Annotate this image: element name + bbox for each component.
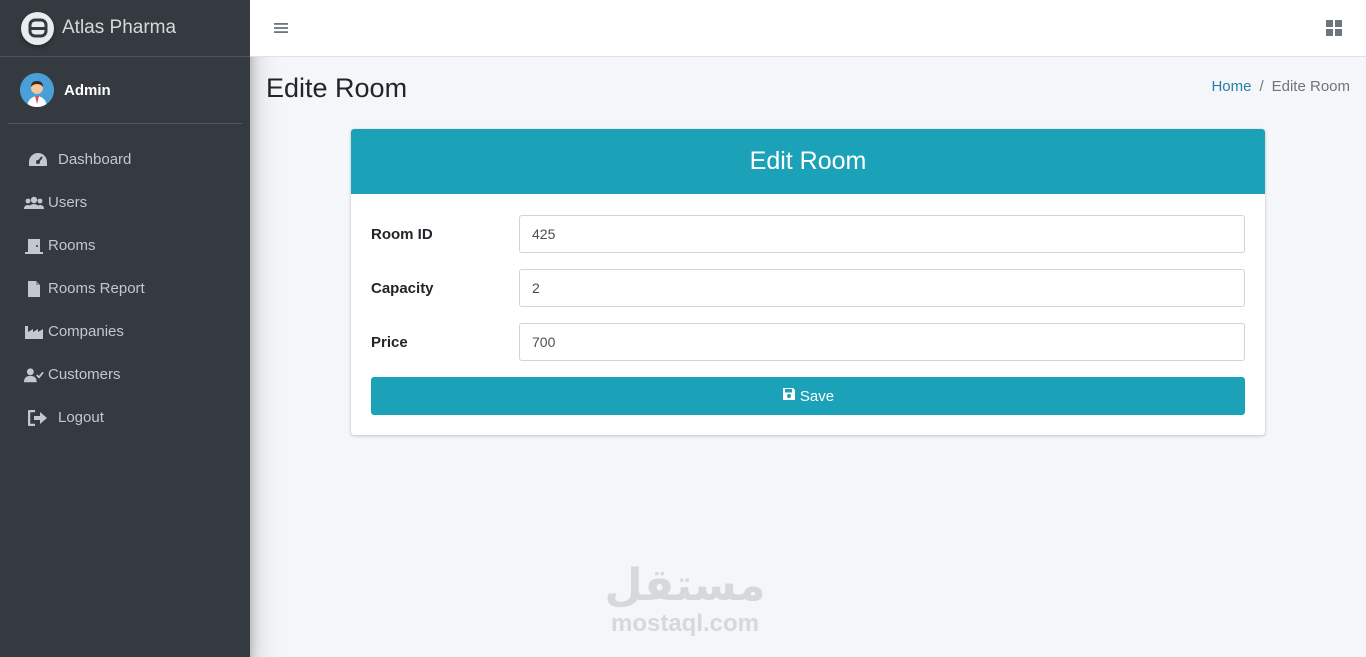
card-title: Edit Room <box>351 129 1265 194</box>
sidebar: Atlas Pharma Admin Dashboard Users Rooms… <box>0 0 250 657</box>
capacity-row: Capacity <box>371 269 1245 307</box>
sidebar-item-label: Logout <box>58 409 104 426</box>
sidebar-item-label: Users <box>48 194 88 211</box>
sidebar-item-logout[interactable]: Logout <box>0 396 250 439</box>
capacity-label: Capacity <box>371 279 434 297</box>
sign-out-icon <box>28 409 48 427</box>
bars-icon[interactable] <box>273 20 289 36</box>
sidebar-item-label: Companies <box>48 323 124 340</box>
user-check-icon <box>24 366 44 384</box>
save-button-label: Save <box>799 387 835 405</box>
floppy-disk-icon <box>782 387 796 405</box>
watermark-latin: mostaql.com <box>610 610 760 637</box>
breadcrumb-separator: / <box>1259 78 1264 95</box>
users-icon <box>24 194 44 212</box>
sidebar-item-label: Dashboard <box>58 151 132 168</box>
file-icon <box>24 280 44 298</box>
th-large-icon[interactable] <box>1326 20 1342 36</box>
breadcrumb: Home / Edite Room <box>1211 78 1350 95</box>
sidebar-item-companies[interactable]: Companies <box>0 310 250 353</box>
top-navbar <box>250 0 1366 57</box>
atlas-logo-icon <box>21 11 54 45</box>
breadcrumb-current: Edite Room <box>1271 78 1350 95</box>
sidebar-item-dashboard[interactable]: Dashboard <box>0 138 250 181</box>
tachometer-icon <box>28 151 48 169</box>
sidebar-item-label: Customers <box>48 366 121 383</box>
room-id-label: Room ID <box>371 225 433 243</box>
sidebar-item-rooms-report[interactable]: Rooms Report <box>0 267 250 310</box>
room-id-input[interactable] <box>519 215 1245 253</box>
room-id-row: Room ID <box>371 215 1245 253</box>
brand-link[interactable]: Atlas Pharma <box>0 0 250 57</box>
sidebar-item-label: Rooms <box>48 237 96 254</box>
sidebar-item-users[interactable]: Users <box>0 181 250 224</box>
price-row: Price <box>371 323 1245 361</box>
brand-name: Atlas Pharma <box>62 17 177 38</box>
user-panel[interactable]: Admin <box>8 57 242 124</box>
page-title: Edite Room <box>266 73 408 103</box>
sidebar-item-customers[interactable]: Customers <box>0 353 250 396</box>
user-avatar <box>20 73 54 107</box>
save-button[interactable]: Save <box>371 377 1245 415</box>
price-input[interactable] <box>519 323 1245 361</box>
watermark: مستقل mostaql.com <box>600 560 770 636</box>
breadcrumb-home-link[interactable]: Home <box>1211 78 1251 95</box>
user-name: Admin <box>64 81 111 99</box>
sidebar-item-label: Rooms Report <box>48 280 145 297</box>
door-icon <box>24 237 44 255</box>
capacity-input[interactable] <box>519 269 1245 307</box>
industry-icon <box>24 323 44 341</box>
sidebar-nav: Dashboard Users Rooms Rooms Report Compa… <box>0 138 250 439</box>
sidebar-item-rooms[interactable]: Rooms <box>0 224 250 267</box>
edit-room-card: Edit Room Room ID Capacity Price Save <box>351 129 1265 435</box>
price-label: Price <box>371 333 408 351</box>
watermark-arabic: مستقل <box>604 560 766 611</box>
